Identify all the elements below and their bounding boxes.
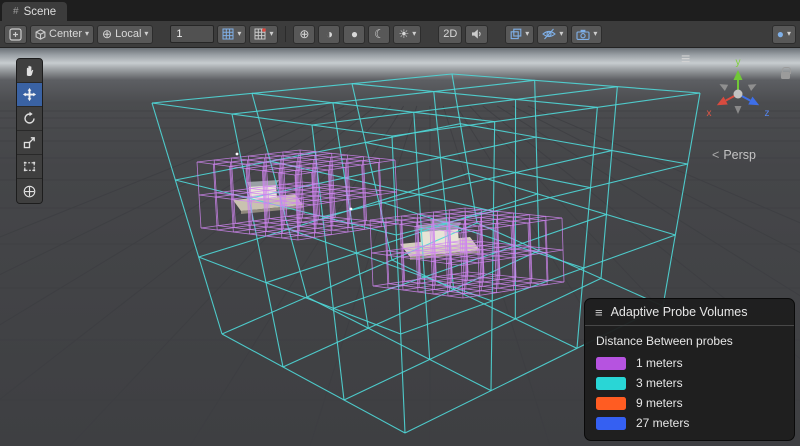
transform-tool-button[interactable]	[17, 179, 42, 203]
pivot-mode-label: Center	[49, 29, 82, 40]
legend-title: Adaptive Probe Volumes	[611, 305, 748, 319]
chevron-down-icon: ▾	[237, 30, 241, 38]
legend-row: 3 meters	[596, 376, 783, 390]
swatch-9m	[596, 397, 626, 410]
x-axis-label: x	[707, 108, 712, 119]
persp-label: Persp	[723, 148, 756, 162]
globe-icon: ⊕	[102, 28, 112, 40]
mode-2d-button[interactable]: 2D	[438, 25, 462, 44]
move-tool-button[interactable]	[17, 83, 42, 107]
mode-2d-label: 2D	[443, 29, 457, 40]
hand-icon	[22, 63, 37, 78]
legend-subtitle: Distance Between probes	[596, 334, 783, 348]
light-circle-toggle-button[interactable]: ●	[343, 25, 365, 44]
swatch-3m	[596, 377, 626, 390]
speaker-icon	[470, 28, 483, 40]
grid-snapping-button[interactable]: ▾	[217, 25, 246, 44]
chevron-down-icon: ▾	[144, 30, 148, 38]
view-tool-button[interactable]	[17, 59, 42, 83]
chevron-down-icon: ▾	[787, 30, 791, 38]
chevron-down-icon: ▾	[525, 30, 529, 38]
tools-toolbar	[16, 58, 43, 204]
camera-settings-button[interactable]: ● ▾	[772, 25, 796, 44]
unity-scene-view-window: # Scene Center ▾ ⊕ Local ▾ ▾ ▾ ⊕	[0, 0, 800, 446]
circle-icon: ●	[351, 28, 358, 40]
grid-tab-icon: #	[13, 6, 19, 17]
rect-tool-button[interactable]	[17, 155, 42, 179]
wire-globe-icon: ⊕	[299, 28, 309, 40]
effects-dropdown-button[interactable]: ☀ ▾	[393, 25, 421, 44]
legend-row: 1 meters	[596, 356, 783, 370]
projection-mode-button[interactable]: < Persp	[692, 148, 776, 162]
audio-toggle-button[interactable]	[465, 25, 488, 44]
persp-arrow-icon: <	[712, 148, 719, 162]
half-sphere-icon: ◑	[326, 28, 333, 40]
skybox-toggle-button[interactable]: ☾	[368, 25, 390, 44]
tab-bar: # Scene	[0, 0, 800, 21]
legend-label-3m: 3 meters	[636, 376, 683, 390]
legend-label-27m: 27 meters	[636, 416, 689, 430]
orientation-gizmo[interactable]: y x z	[696, 56, 780, 133]
legend-body: Distance Between probes 1 meters 3 meter…	[585, 326, 794, 440]
legend-label-1m: 1 meters	[636, 356, 683, 370]
increment-snap-button[interactable]: ▾	[249, 25, 278, 44]
swatch-27m	[596, 417, 626, 430]
cube-icon	[35, 29, 46, 40]
tool-grid-icon	[9, 28, 22, 41]
toolbar-separator	[285, 26, 286, 42]
render-mode-button[interactable]: ⊕	[293, 25, 315, 44]
layers-icon	[510, 28, 522, 40]
overlays-dropdown-button[interactable]: ▾	[505, 25, 534, 44]
eye-slash-icon	[542, 28, 556, 40]
neg-x-axis-cone[interactable]	[748, 81, 758, 91]
increment-snap-icon	[254, 28, 266, 40]
moon-icon: ☾	[374, 28, 385, 40]
scene-visibility-button[interactable]: ▾	[537, 25, 568, 44]
rect-icon	[22, 159, 37, 174]
scale-tool-button[interactable]	[17, 131, 42, 155]
overlay-menu-button[interactable]: ≡	[681, 52, 690, 68]
scale-icon	[22, 135, 37, 150]
scene-tab-label: Scene	[24, 6, 57, 18]
blue-circle-icon: ●	[777, 28, 784, 40]
legend-header: ≡ Adaptive Probe Volumes	[585, 299, 794, 326]
chevron-down-icon: ▾	[593, 30, 597, 38]
lighting-toggle-button[interactable]: ◑	[318, 25, 340, 44]
camera-icon	[576, 29, 590, 40]
handle-orientation-button[interactable]: ⊕ Local ▾	[97, 25, 153, 44]
legend-menu-icon[interactable]: ≡	[595, 306, 603, 319]
legend-row: 27 meters	[596, 416, 783, 430]
z-axis-label: z	[765, 108, 770, 119]
chevron-down-icon: ▾	[412, 30, 416, 38]
neg-z-axis-cone[interactable]	[718, 81, 728, 91]
scene-tab[interactable]: # Scene	[2, 2, 67, 21]
chevron-down-icon: ▾	[559, 30, 563, 38]
sun-icon: ☀	[398, 28, 409, 40]
scene-camera-button[interactable]: ▾	[571, 25, 602, 44]
swatch-1m	[596, 357, 626, 370]
adaptive-probe-volumes-panel: ≡ Adaptive Probe Volumes Distance Betwee…	[584, 298, 795, 441]
legend-label-9m: 9 meters	[636, 396, 683, 410]
scene-viewport[interactable]: ≡ y x z < Persp	[0, 48, 800, 446]
snap-increment-field[interactable]	[170, 25, 214, 43]
legend-row: 9 meters	[596, 396, 783, 410]
chevron-down-icon: ▾	[85, 30, 89, 38]
rotate-tool-button[interactable]	[17, 107, 42, 131]
lock-icon[interactable]	[781, 72, 790, 79]
pivot-mode-button[interactable]: Center ▾	[30, 25, 94, 44]
gizmo-center-sphere[interactable]	[734, 90, 743, 99]
neg-y-axis-cone[interactable]	[735, 106, 742, 114]
chevron-down-icon: ▾	[269, 30, 273, 38]
handle-orientation-label: Local	[115, 29, 141, 40]
transform-icon	[22, 184, 37, 199]
grid-snap-icon	[222, 28, 234, 40]
tools-overlay-button[interactable]	[4, 25, 27, 44]
rotate-icon	[22, 111, 37, 126]
y-axis-label: y	[736, 57, 741, 68]
scene-toolbar: Center ▾ ⊕ Local ▾ ▾ ▾ ⊕ ◑ ● ☾ ☀ ▾ 2D	[0, 21, 800, 48]
move-icon	[22, 87, 37, 102]
